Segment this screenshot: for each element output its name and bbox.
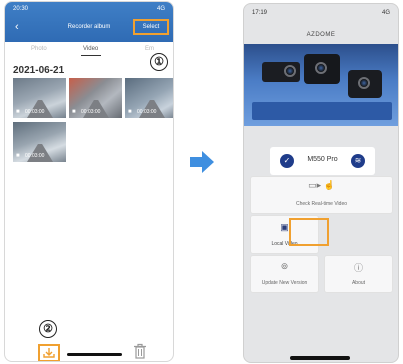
right-status-time: 17:19 [252, 10, 268, 16]
about-label: About [351, 280, 366, 286]
video-thumbnail[interactable]: ■ 00:03:00 [13, 78, 66, 118]
device-card[interactable]: ✓ M550 Pro ≋ [270, 147, 375, 175]
wifi-icon: ≋ [351, 154, 365, 168]
callout-two: ② [39, 320, 57, 338]
left-status-time: 20:30 [13, 6, 29, 12]
dashcam-image [262, 62, 300, 82]
video-duration: 00:03:00 [81, 109, 101, 115]
right-status-signal: 4G [381, 10, 390, 16]
camera-icon: ■ [16, 153, 20, 159]
date-heading: 2021-06-21 [13, 65, 65, 76]
product-banner [244, 44, 398, 126]
recorder-album-screen: 20:30 4G ‹ Recorder album Select Photo V… [4, 1, 174, 362]
album-tabs: Photo Video Em [5, 43, 173, 57]
check-live-video-card[interactable]: ▭▸ ☝ Check Real-time Video [250, 176, 393, 214]
camera-lens [284, 65, 296, 77]
brand-title: AZDOME [306, 32, 336, 38]
check-live-label: Check Real-time Video [295, 201, 348, 207]
tab-photo[interactable]: Photo [31, 46, 47, 52]
video-camera-icon: ▭▸ ☝ [308, 180, 335, 190]
camera-icon: ■ [128, 109, 132, 115]
camera-icon: ■ [16, 109, 20, 115]
download-button[interactable] [38, 344, 60, 361]
banner-stage [252, 102, 392, 120]
update-label: Update New Version [261, 280, 308, 286]
select-button[interactable]: Select [133, 19, 169, 35]
video-duration: 00:03:00 [25, 109, 45, 115]
tab-emergency[interactable]: Em [145, 46, 154, 52]
arrow-right-icon [190, 151, 214, 173]
camera-icon: ■ [72, 109, 76, 115]
dashcam-image [304, 54, 340, 84]
video-duration: 00:03:00 [137, 109, 157, 115]
trash-icon[interactable] [133, 343, 147, 359]
left-status-signal: 4G [156, 6, 165, 12]
left-header: 20:30 4G ‹ Recorder album Select [5, 2, 173, 42]
video-thumbnail[interactable]: ■ 00:03:00 [69, 78, 122, 118]
camera-lens [358, 77, 370, 89]
azdome-home-screen: 17:19 4G AZDOME ✓ M550 Pro ≋ ▭▸ ☝ Check … [243, 3, 399, 363]
video-thumbnail[interactable]: ■ 00:03:00 [13, 122, 66, 162]
home-indicator [67, 353, 122, 356]
active-tab-underline [81, 55, 101, 56]
home-indicator [290, 356, 350, 360]
about-card[interactable]: ⓘ About [324, 255, 393, 293]
tab-video[interactable]: Video [83, 46, 98, 52]
camera-lens [315, 62, 327, 74]
update-version-card[interactable]: ⊚ Update New Version [250, 255, 319, 293]
video-thumbnail[interactable]: ■ 00:03:00 [125, 78, 173, 118]
download-icon [43, 348, 55, 358]
dashcam-image [348, 70, 382, 98]
info-icon: ⓘ [353, 263, 363, 273]
callout-one: ① [150, 53, 168, 71]
update-icon: ⊚ [280, 261, 289, 271]
local-video-highlight [289, 218, 329, 246]
video-duration: 00:03:00 [25, 153, 45, 159]
